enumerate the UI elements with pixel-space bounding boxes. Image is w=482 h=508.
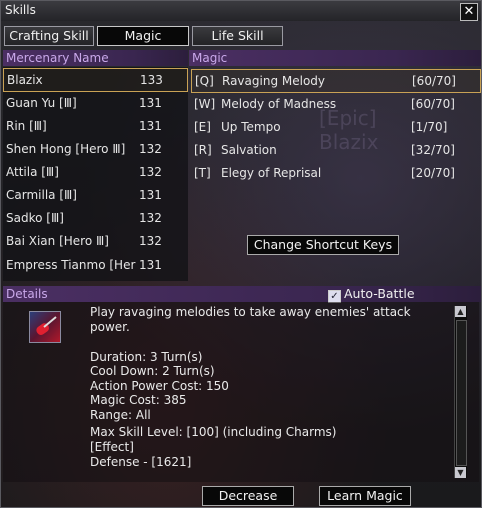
mercenary-level: 132 xyxy=(139,211,162,225)
decrease-button[interactable]: Decrease xyxy=(202,486,294,506)
magic-shortcut-key: [W] xyxy=(194,97,216,111)
mercenary-row[interactable]: Shen Hong [Hero Ⅲ] 132 xyxy=(3,138,186,160)
mercenary-level: 131 xyxy=(139,188,162,202)
mercenary-level: 132 xyxy=(139,234,162,248)
magic-level: [1/70] xyxy=(411,120,448,134)
description-line: Cool Down: 2 Turn(s) xyxy=(90,364,215,378)
learn-magic-button[interactable]: Learn Magic xyxy=(319,486,411,506)
mercenary-name: Empress Tianmo [Her xyxy=(6,258,136,272)
description-line: Defense - [1621] xyxy=(90,455,192,469)
magic-row[interactable]: [T] Elegy of Reprisal [20/70] xyxy=(191,162,479,184)
mercenary-row[interactable]: Sadko [Ⅲ] 132 xyxy=(3,207,186,229)
magic-shortcut-key: [R] xyxy=(194,143,212,157)
description-line: power. xyxy=(90,320,130,334)
magic-row[interactable]: [Q] Ravaging Melody [60/70] xyxy=(191,69,481,93)
magic-row[interactable]: [E] Up Tempo [1/70] xyxy=(191,116,479,138)
magic-level: [20/70] xyxy=(411,166,455,180)
skills-window: Skills ✕ Crafting Skill Magic Life Skill… xyxy=(0,0,482,508)
description-line: [Effect] xyxy=(90,440,134,454)
scroll-up-icon[interactable]: ▲ xyxy=(455,306,466,317)
magic-name: Ravaging Melody xyxy=(222,74,326,88)
mercenary-level: 132 xyxy=(139,165,162,179)
ravaging-melody-skill-icon xyxy=(29,311,61,343)
mercenary-name: Carmilla [Ⅲ] xyxy=(6,188,77,202)
scroll-thumb[interactable] xyxy=(456,320,467,466)
window-title: Skills xyxy=(5,3,36,17)
auto-battle-label: Auto-Battle xyxy=(344,286,415,301)
mercenary-name: Guan Yu [Ⅲ] xyxy=(6,96,77,110)
magic-row[interactable]: [R] Salvation [32/70] xyxy=(191,139,479,161)
mercenary-row[interactable]: Empress Tianmo [Her 131 xyxy=(3,254,186,276)
mercenary-name: Bai Xian [Hero Ⅲ] xyxy=(6,234,109,248)
description-line: Duration: 3 Turn(s) xyxy=(90,350,203,364)
close-icon[interactable]: ✕ xyxy=(460,3,478,21)
change-shortcut-keys-button[interactable]: Change Shortcut Keys xyxy=(247,235,399,255)
mercenary-row[interactable]: Bai Xian [Hero Ⅲ] 132 xyxy=(3,230,186,252)
description-line: Play ravaging melodies to take away enem… xyxy=(90,305,411,319)
magic-level: [60/70] xyxy=(412,74,456,88)
magic-shortcut-key: [Q] xyxy=(195,74,214,88)
description-line: Range: All xyxy=(90,408,151,422)
description-line: Magic Cost: 385 xyxy=(90,393,187,407)
mercenary-name: Blazix xyxy=(7,73,43,87)
mercenary-name: Sadko [Ⅲ] xyxy=(6,211,64,225)
mercenary-level: 131 xyxy=(139,119,162,133)
tab-magic[interactable]: Magic xyxy=(97,26,189,46)
mercenary-name: Shen Hong [Hero Ⅲ] xyxy=(6,142,126,156)
magic-name: Up Tempo xyxy=(221,120,281,134)
description-line: Action Power Cost: 150 xyxy=(90,379,229,393)
mercenary-row[interactable]: Rin [Ⅲ] 131 xyxy=(3,115,186,137)
description-line: Max Skill Level: [100] (including Charms… xyxy=(90,425,337,439)
magic-header: Magic xyxy=(189,50,481,66)
mercenary-row[interactable]: Guan Yu [Ⅲ] 131 xyxy=(3,92,186,114)
magic-shortcut-key: [T] xyxy=(194,166,211,180)
magic-name: Melody of Madness xyxy=(221,97,337,111)
mercenary-row[interactable]: Carmilla [Ⅲ] 131 xyxy=(3,184,186,206)
details-scrollbar[interactable]: ▲ ▼ xyxy=(454,306,467,478)
magic-level: [32/70] xyxy=(411,143,455,157)
scroll-down-icon[interactable]: ▼ xyxy=(455,467,466,478)
magic-name: Elegy of Reprisal xyxy=(221,166,322,180)
mercenary-row[interactable]: Blazix 133 xyxy=(3,68,188,92)
mercenary-name: Attila [Ⅲ] xyxy=(6,165,59,179)
mercenary-list: Blazix 133 Guan Yu [Ⅲ] 131 Rin [Ⅲ] 131 S… xyxy=(3,67,188,281)
mercenary-header: Mercenary Name xyxy=(3,50,188,66)
auto-battle-toggle[interactable]: ✓ Auto-Battle xyxy=(328,286,415,303)
mercenary-level: 132 xyxy=(139,142,162,156)
mercenary-level: 131 xyxy=(139,96,162,110)
mercenary-level: 133 xyxy=(140,73,163,87)
magic-shortcut-key: [E] xyxy=(194,120,211,134)
magic-level: [60/70] xyxy=(411,97,455,111)
guitar-icon xyxy=(36,316,57,335)
mercenary-level: 131 xyxy=(139,258,162,272)
mercenary-name: Rin [Ⅲ] xyxy=(6,119,47,133)
tab-crafting-skill[interactable]: Crafting Skill xyxy=(4,26,94,46)
magic-row[interactable]: [W] Melody of Madness [60/70] xyxy=(191,93,479,115)
magic-name: Salvation xyxy=(221,143,277,157)
title-bar[interactable]: Skills ✕ xyxy=(1,1,481,21)
mercenary-row[interactable]: Attila [Ⅲ] 132 xyxy=(3,161,186,183)
details-body xyxy=(3,302,479,482)
tab-life-skill[interactable]: Life Skill xyxy=(192,26,283,46)
